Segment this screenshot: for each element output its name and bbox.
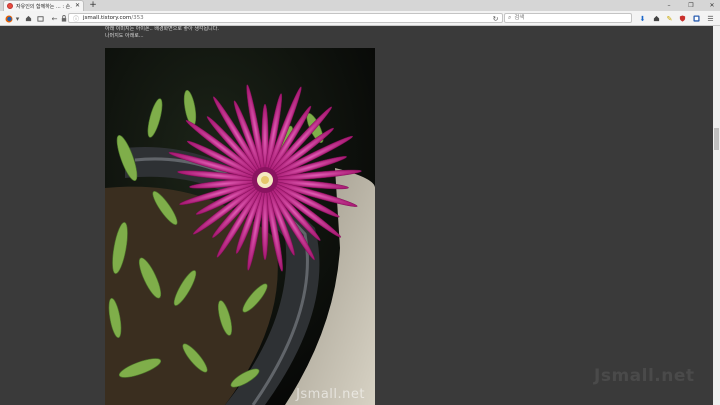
maximize-button[interactable]: ❐	[684, 0, 698, 11]
info-icon[interactable]: ⓘ	[73, 14, 79, 23]
post-text-line: 아래 이미지는 아이폰.. 배경화면으로 좋아 생각됩니다.	[105, 26, 219, 32]
search-icon: ⌕	[508, 14, 512, 21]
minimize-button[interactable]: –	[662, 0, 676, 11]
scrollbar-thumb[interactable]	[714, 128, 719, 150]
back-icon[interactable]: ←	[50, 14, 59, 23]
tab-strip: 자유인의 함께하는 ... : 손... ✕ + – ❐ ✕	[0, 0, 720, 11]
extension-icon[interactable]: ✎	[665, 14, 674, 23]
url-text[interactable]: jsmall.tistory.com/353	[83, 15, 144, 21]
home-icon[interactable]	[24, 14, 33, 23]
browser-tab[interactable]: 자유인의 함께하는 ... : 손... ✕	[3, 0, 84, 11]
post-text-line: 나머지도 아래로...	[105, 33, 144, 39]
site-favicon-icon	[7, 3, 13, 9]
vertical-scrollbar[interactable]	[713, 26, 720, 405]
menu-icon[interactable]: ☰	[706, 14, 715, 23]
reload-icon[interactable]: ↻	[491, 14, 500, 23]
navigation-toolbar: ▾ ← ⓘ jsmall.tistory.com/353 ↻ ⌕ ⬇ ✎ ☰	[0, 11, 720, 26]
flower-photo[interactable]: Jsmall.net	[105, 48, 375, 405]
page-content: 아래 이미지는 아이폰.. 배경화면으로 좋아 생각됩니다. 나머지도 아래로.…	[0, 26, 713, 405]
home-icon[interactable]	[652, 14, 661, 23]
url-host: jsmall.tistory.com	[83, 15, 132, 21]
search-box[interactable]: ⌕	[504, 13, 632, 23]
new-tab-button[interactable]: +	[88, 0, 98, 11]
firefox-logo-icon[interactable]	[4, 14, 13, 23]
search-input[interactable]	[514, 14, 625, 22]
pocket-icon[interactable]	[692, 14, 701, 23]
flower-photo-illustration	[105, 48, 375, 405]
chevron-down-icon[interactable]: ▾	[13, 14, 22, 23]
address-bar[interactable]: ⓘ jsmall.tistory.com/353	[68, 13, 503, 23]
close-tab-icon[interactable]: ✕	[75, 3, 80, 9]
photo-watermark: Jsmall.net	[296, 387, 365, 402]
shield-icon[interactable]	[678, 14, 687, 23]
tab-title: 자유인의 함께하는 ... : 손...	[16, 3, 72, 10]
screenshot-icon[interactable]	[36, 14, 45, 23]
post-text: 아래 이미지는 아이폰.. 배경화면으로 좋아 생각됩니다. 나머지도 아래로.…	[105, 26, 219, 40]
page-watermark: Jsmall.net	[594, 366, 695, 386]
lock-icon	[59, 14, 68, 23]
download-icon[interactable]: ⬇	[638, 14, 647, 23]
url-path: /353	[131, 15, 144, 21]
close-window-button[interactable]: ✕	[705, 0, 719, 11]
